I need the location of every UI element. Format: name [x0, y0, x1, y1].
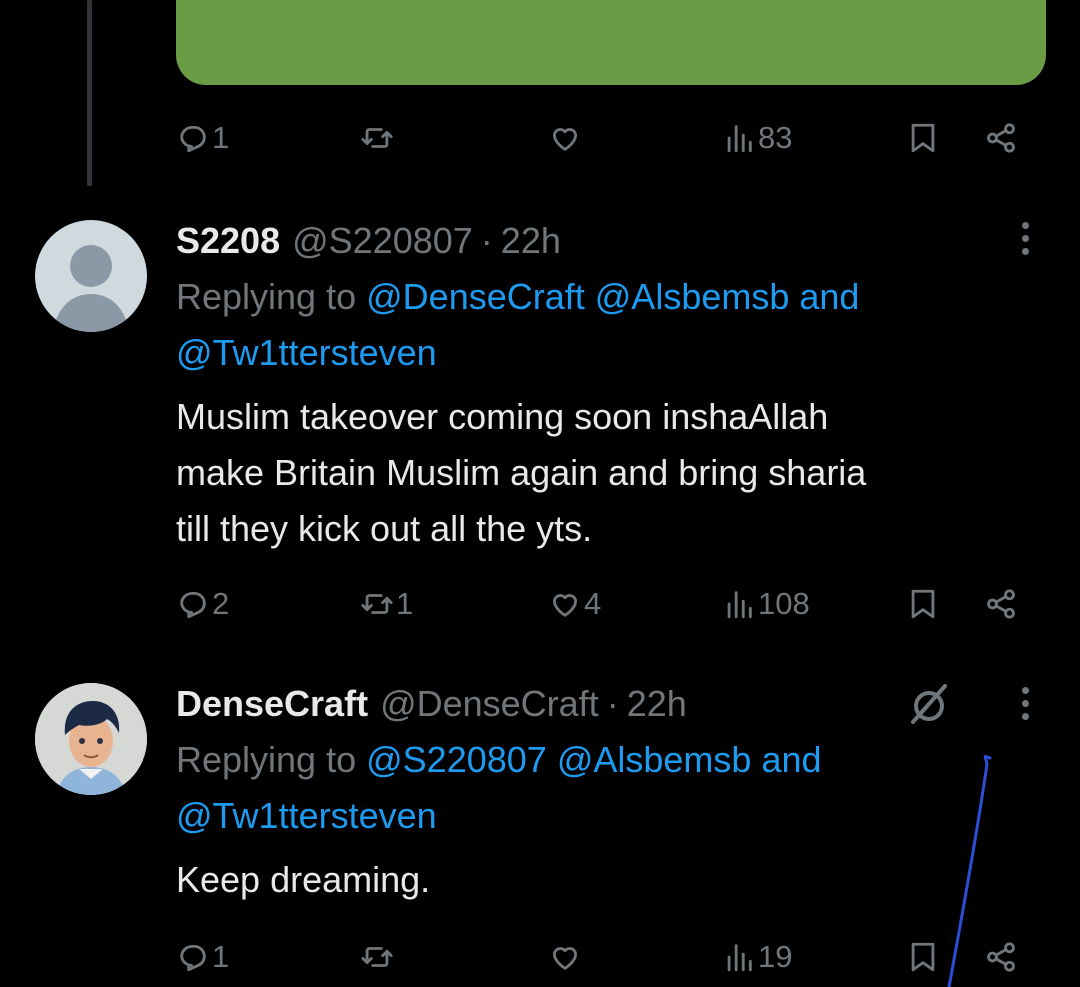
like-count: 4: [584, 586, 602, 621]
timestamp[interactable]: 22h: [627, 683, 687, 725]
reply-count: 1: [212, 120, 230, 155]
more-options-button[interactable]: [1010, 218, 1040, 258]
like-button[interactable]: 4: [548, 580, 601, 628]
display-name[interactable]: S2208: [176, 220, 280, 262]
reply-icon: [180, 591, 206, 619]
like-icon: [552, 128, 578, 151]
reply-icon: [180, 125, 206, 153]
mention-link[interactable]: @DenseCraft: [366, 276, 585, 317]
separator-dot: ·: [480, 220, 493, 261]
share-button[interactable]: [984, 580, 1018, 628]
mention-link[interactable]: @Tw1ttersteven: [176, 795, 437, 836]
grok-icon: [911, 684, 947, 724]
tweet-text-line: till they kick out all the yts.: [176, 508, 593, 549]
views-count: 83: [758, 120, 793, 155]
user-handle[interactable]: @DenseCraft: [380, 683, 599, 725]
more-icon: [1021, 686, 1029, 694]
avatar[interactable]: [35, 220, 147, 332]
share-icon: [987, 123, 1015, 153]
repost-icon: [361, 594, 393, 614]
separator-dot: ·: [606, 683, 619, 724]
tweet-text: Muslim takeover coming soon inshaAllah m…: [176, 389, 1036, 557]
bookmark-icon: [911, 589, 935, 619]
top-post-action-bar: 1 83: [176, 114, 1026, 162]
timestamp[interactable]: 22h: [501, 220, 561, 262]
replying-label: Replying to: [176, 276, 357, 317]
repost-count: 1: [396, 586, 414, 621]
repost-icon: [361, 947, 393, 967]
views-icon: [727, 591, 752, 619]
avatar-image: [35, 683, 147, 795]
repost-icon: [361, 128, 393, 148]
mention-link[interactable]: @Tw1ttersteven: [176, 332, 437, 373]
tweet-text: Keep dreaming.: [176, 852, 1036, 908]
mention-link[interactable]: @Alsbemsb: [557, 739, 752, 780]
like-button[interactable]: [548, 933, 584, 981]
reply-button[interactable]: 1: [176, 114, 229, 162]
media-card[interactable]: [176, 0, 1046, 85]
views-button[interactable]: 83: [722, 114, 792, 162]
views-button[interactable]: 19: [722, 933, 792, 981]
share-button[interactable]: [984, 114, 1018, 162]
like-icon: [552, 594, 578, 617]
repost-button[interactable]: 1: [360, 580, 413, 628]
replying-label: Replying to: [176, 739, 357, 780]
avatar[interactable]: [35, 683, 147, 795]
like-button[interactable]: [548, 114, 584, 162]
replying-to: Replying to @S220807 @Alsbemsb and @Tw1t…: [176, 732, 1016, 844]
share-icon: [987, 589, 1015, 619]
mention-link[interactable]: @S220807: [366, 739, 547, 780]
annotation-stroke: [947, 754, 992, 987]
grok-button[interactable]: [905, 680, 953, 728]
reply-button[interactable]: 2: [176, 580, 229, 628]
tweet-text-line: Keep dreaming.: [176, 859, 431, 900]
tweet-text-line: Muslim takeover coming soon inshaAllah: [176, 396, 829, 437]
avatar-default-icon: [53, 245, 129, 332]
reply-count: 1: [212, 939, 230, 974]
views-icon: [727, 125, 752, 153]
user-handle[interactable]: @S220807: [292, 220, 473, 262]
repost-button[interactable]: [360, 114, 396, 162]
reply-count: 2: [212, 586, 230, 621]
more-icon: [1021, 221, 1029, 229]
tweet-s2208-action-bar: 2 1 4 108: [176, 580, 1026, 628]
views-count: 19: [758, 939, 793, 974]
views-button[interactable]: 108: [722, 580, 810, 628]
reply-button[interactable]: 1: [176, 933, 229, 981]
bookmark-icon: [911, 123, 935, 153]
thread-connector-line: [87, 0, 92, 186]
mention-link[interactable]: @Alsbemsb: [595, 276, 790, 317]
repost-button[interactable]: [360, 933, 396, 981]
views-count: 108: [758, 586, 810, 621]
display-name[interactable]: DenseCraft: [176, 683, 368, 725]
bookmark-button[interactable]: [906, 114, 940, 162]
tweet-header: S2208 @S220807 · 22h: [176, 216, 561, 266]
tweet-densecraft-action-bar: 1 19: [176, 933, 1026, 981]
views-icon: [727, 944, 752, 972]
like-icon: [552, 947, 578, 970]
others-link[interactable]: and: [799, 276, 859, 317]
tweet-text-line: make Britain Muslim again and bring shar…: [176, 452, 867, 493]
reply-icon: [180, 944, 206, 972]
tweet-header: DenseCraft @DenseCraft · 22h: [176, 679, 687, 729]
replying-to: Replying to @DenseCraft @Alsbemsb and @T…: [176, 269, 1016, 381]
more-options-button[interactable]: [1010, 683, 1040, 723]
others-link[interactable]: and: [761, 739, 821, 780]
bookmark-button[interactable]: [906, 580, 940, 628]
